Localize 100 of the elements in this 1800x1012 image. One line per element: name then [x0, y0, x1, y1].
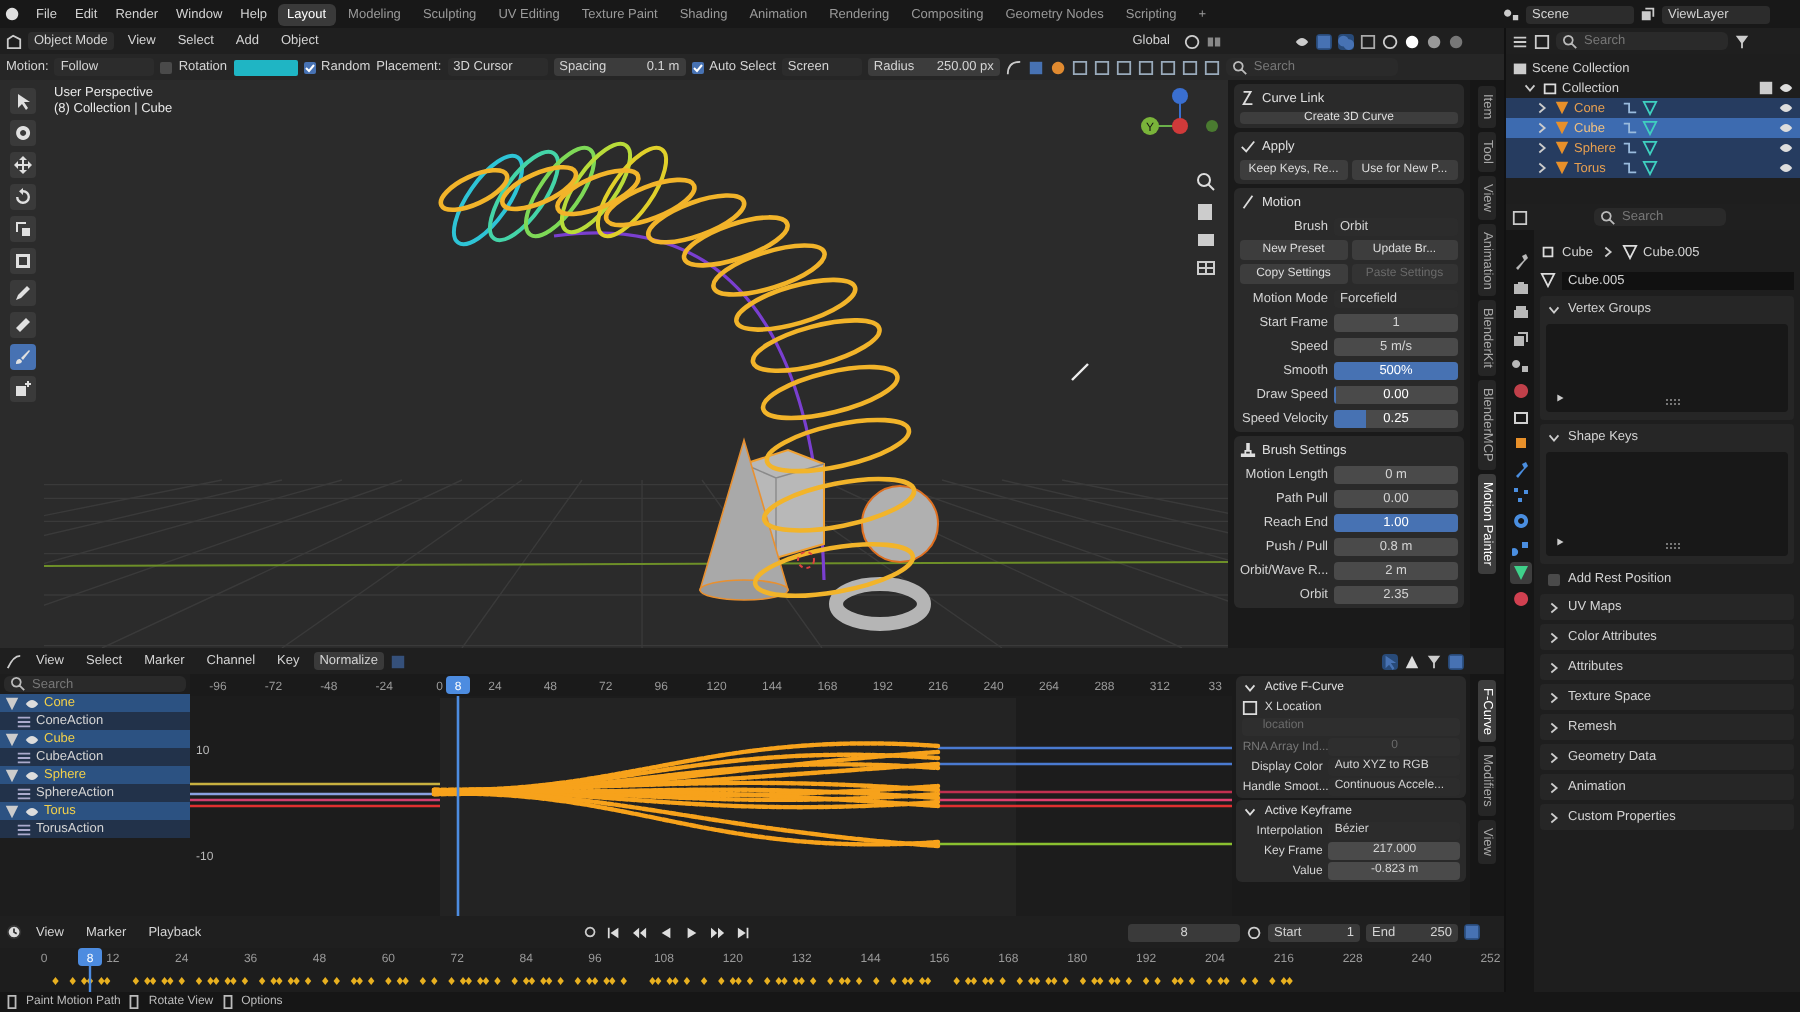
- expand-caret-icon[interactable]: [1546, 659, 1562, 675]
- next-keyframe-icon: [710, 925, 727, 939]
- search-icon: [1600, 209, 1616, 225]
- jump-end-icon: [736, 925, 753, 939]
- tool-button[interactable]: [9, 312, 35, 338]
- resize-grip-icon[interactable]: [1664, 398, 1682, 406]
- filter-icon[interactable]: [1734, 33, 1750, 49]
- curve-icon[interactable]: [1005, 59, 1022, 75]
- stopwatch-icon[interactable]: [1246, 924, 1262, 940]
- zoom-icon[interactable]: [1197, 173, 1215, 191]
- tool-button[interactable]: [9, 376, 35, 402]
- rest-position-checkbox[interactable]: [1548, 573, 1560, 585]
- expand-caret-icon[interactable]: [1522, 80, 1538, 96]
- transform-icon: [13, 252, 31, 270]
- previous-keyframe-icon: [632, 925, 649, 939]
- triangle-icon[interactable]: [1540, 272, 1556, 288]
- rendered-shading-icon[interactable]: [1448, 33, 1464, 49]
- auto-select-checkbox[interactable]: [691, 61, 704, 73]
- wireframe-shading-icon[interactable]: [1382, 33, 1398, 49]
- expand-caret-icon[interactable]: [1546, 301, 1562, 317]
- editor-type-icon[interactable]: [6, 33, 22, 49]
- clock-icon[interactable]: [6, 924, 22, 940]
- properties-icon[interactable]: [1512, 209, 1528, 225]
- layers-icon[interactable]: [1640, 6, 1656, 22]
- pivot-icon[interactable]: [1184, 33, 1200, 49]
- box-icon: [1542, 80, 1558, 96]
- pen-cursor-icon: [1071, 363, 1089, 381]
- check-icon: [1240, 138, 1256, 154]
- tool-button[interactable]: [9, 280, 35, 306]
- tool-button[interactable]: [9, 216, 35, 242]
- playhead-line: [88, 966, 92, 992]
- pencil-icon: [13, 284, 31, 302]
- eye-icon[interactable]: [24, 695, 40, 711]
- record-icon[interactable]: [582, 924, 599, 940]
- mouse-icon: [219, 994, 236, 1010]
- tool-button[interactable]: [9, 248, 35, 274]
- triangle-icon: [1621, 244, 1638, 260]
- expand-caret-icon[interactable]: [1546, 429, 1562, 445]
- outliner-icon[interactable]: [1512, 33, 1528, 49]
- search-icon: [1231, 59, 1248, 75]
- play-icon: [1552, 534, 1568, 550]
- search-icon: [1562, 33, 1578, 49]
- collapse-caret-icon: [1242, 679, 1259, 695]
- expand-caret-icon[interactable]: [1546, 689, 1562, 705]
- random-checkbox[interactable]: [303, 61, 316, 73]
- playback-button[interactable]: [708, 925, 729, 939]
- xray-icon[interactable]: [1360, 33, 1376, 49]
- tool-button[interactable]: [9, 344, 35, 370]
- color-swatch[interactable]: [233, 59, 298, 75]
- visibility-icon[interactable]: [1294, 33, 1310, 49]
- expand-caret-icon[interactable]: [1546, 629, 1562, 645]
- resize-grip-icon[interactable]: [1664, 542, 1682, 550]
- rotation-checkbox[interactable]: [160, 61, 173, 73]
- eye-icon[interactable]: [24, 803, 40, 819]
- play-icon: [1552, 390, 1568, 406]
- curve-icon: [1240, 90, 1256, 106]
- collapse-caret-icon: [1242, 803, 1259, 819]
- app-logo-icon[interactable]: [4, 6, 20, 22]
- checkbox-icon[interactable]: [1758, 80, 1774, 96]
- warning-icon[interactable]: [1404, 653, 1420, 669]
- tool-button[interactable]: [9, 120, 35, 146]
- rotate-icon: [13, 188, 31, 206]
- action-icon: [16, 785, 32, 801]
- play-icon: [684, 925, 701, 939]
- cursor-icon: [13, 124, 31, 142]
- expand-caret-icon[interactable]: [1546, 779, 1562, 795]
- play-reverse-icon: [658, 925, 675, 939]
- material-shading-icon[interactable]: [1426, 33, 1442, 49]
- expand-caret-icon[interactable]: [1546, 599, 1562, 615]
- mouse-icon: [4, 994, 20, 1010]
- solid-shading-icon[interactable]: [1404, 33, 1420, 49]
- select-arrow-icon[interactable]: [1382, 653, 1398, 669]
- select-arrow-icon: [13, 92, 31, 110]
- display-mode-icon[interactable]: [1534, 33, 1550, 49]
- eye-icon[interactable]: [24, 767, 40, 783]
- action-icon: [16, 713, 32, 729]
- playback-button[interactable]: [630, 925, 651, 939]
- ruler-icon: [13, 316, 31, 334]
- expand-caret-icon[interactable]: [1546, 719, 1562, 735]
- jump-start-icon: [606, 925, 623, 939]
- scale-icon: [13, 220, 31, 238]
- slash-icon: [1240, 194, 1256, 210]
- filter-icon[interactable]: [1426, 653, 1442, 669]
- mouse-icon: [126, 994, 143, 1010]
- scene-icon[interactable]: [1504, 6, 1520, 22]
- grid-icon[interactable]: [1197, 261, 1215, 275]
- gizmo-toggle-icon[interactable]: [1316, 33, 1332, 49]
- tool-button[interactable]: [9, 184, 35, 210]
- eye-icon[interactable]: [24, 731, 40, 747]
- color-wheel-icon[interactable]: [1049, 59, 1066, 75]
- tool-button[interactable]: [9, 152, 35, 178]
- expand-caret-icon[interactable]: [1546, 809, 1562, 825]
- expand-caret-icon[interactable]: [1546, 749, 1562, 765]
- tool-button[interactable]: [9, 88, 35, 114]
- overlay-toggle-icon[interactable]: [1338, 33, 1354, 49]
- search-icon: [10, 676, 26, 692]
- move-icon: [13, 156, 31, 174]
- graph-editor-icon[interactable]: [6, 653, 22, 669]
- action-icon: [16, 821, 32, 837]
- chevron-icon: [1599, 244, 1616, 260]
